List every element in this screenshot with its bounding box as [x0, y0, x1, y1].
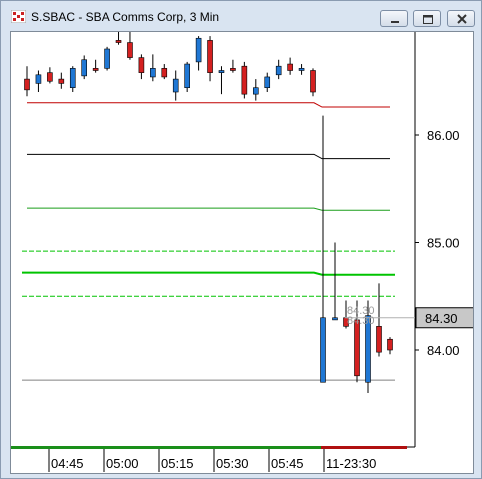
overlay-price-labels: 84.3084.30: [347, 305, 375, 327]
candle-body: [310, 70, 316, 93]
candle-body: [58, 78, 65, 84]
candle-body: [218, 70, 225, 73]
level-line-red-level: [27, 102, 390, 108]
time-tick-label: 05:15: [161, 456, 194, 471]
candle-body: [172, 78, 179, 93]
candle-body: [241, 65, 248, 95]
time-tick-label: 05:00: [106, 456, 139, 471]
candle-body: [184, 63, 190, 88]
candle-body: [115, 40, 122, 43]
window-title: S.SBAC - SBA Comms Corp, 3 Min: [31, 10, 220, 24]
candle-body: [387, 338, 393, 351]
candle-body: [69, 68, 76, 88]
candle-body: [230, 68, 236, 71]
volume-bar-red: [321, 446, 407, 449]
level-line-green-main: [22, 271, 395, 276]
candle-body: [354, 319, 360, 377]
candle-body: [47, 72, 53, 82]
candle-body: [287, 63, 293, 71]
candle-body: [92, 68, 99, 71]
chart-window: S.SBAC - SBA Comms Corp, 3 Min 86.00 85.0…: [0, 0, 482, 479]
candle-body: [264, 76, 271, 89]
price-chart[interactable]: 86.00 85.00 84.00 04:45 05:00 05:15 05:30 05:4…: [11, 32, 474, 474]
candlesticks: [24, 32, 393, 393]
candle-body: [253, 87, 259, 95]
title-bar[interactable]: S.SBAC - SBA Comms Corp, 3 Min: [1, 1, 481, 31]
time-tick-label: 11-23:30: [326, 456, 376, 471]
time-tick-label: 05:45: [271, 456, 304, 471]
candle-body: [127, 42, 133, 58]
candle-body: [275, 65, 282, 76]
candle-body: [195, 37, 202, 63]
time-tick-label: 04:45: [51, 456, 84, 471]
last-price-label: 84.30: [425, 311, 458, 326]
candle-body: [150, 68, 156, 78]
volume-bar-green: [11, 446, 321, 449]
price-tick-label: 85.00: [427, 236, 460, 251]
minimize-icon: [391, 21, 399, 23]
overlay-price-label: 84.30: [347, 315, 375, 327]
chart-client-area[interactable]: 86.00 85.00 84.00 04:45 05:00 05:15 05:30 05:4…: [10, 31, 474, 474]
candle-body: [332, 317, 338, 321]
candle-body: [104, 48, 110, 69]
time-axis: 04:45 05:00 05:15 05:30 05:45 11-23:30: [48, 449, 376, 472]
close-button[interactable]: [447, 10, 475, 27]
chart-app-icon: [11, 10, 26, 23]
maximize-button[interactable]: [413, 10, 441, 27]
minimize-button[interactable]: [380, 10, 408, 27]
candle-body: [81, 59, 87, 77]
close-icon: [457, 14, 467, 24]
candle-body: [35, 74, 42, 84]
candle-body: [138, 57, 145, 73]
candle-body: [24, 78, 30, 91]
price-tick-label: 84.00: [427, 343, 460, 358]
candle-body: [298, 68, 305, 71]
level-line-black-level: [27, 153, 390, 160]
level-line-green-level: [27, 207, 390, 211]
candle-body: [207, 40, 213, 73]
candle-body: [161, 68, 168, 78]
candle-body: [320, 317, 326, 383]
price-tick-label: 86.00: [427, 128, 460, 143]
level-lines: [22, 102, 395, 381]
time-tick-label: 05:30: [216, 456, 249, 471]
maximize-icon: [423, 15, 433, 24]
candle-body: [376, 326, 382, 353]
